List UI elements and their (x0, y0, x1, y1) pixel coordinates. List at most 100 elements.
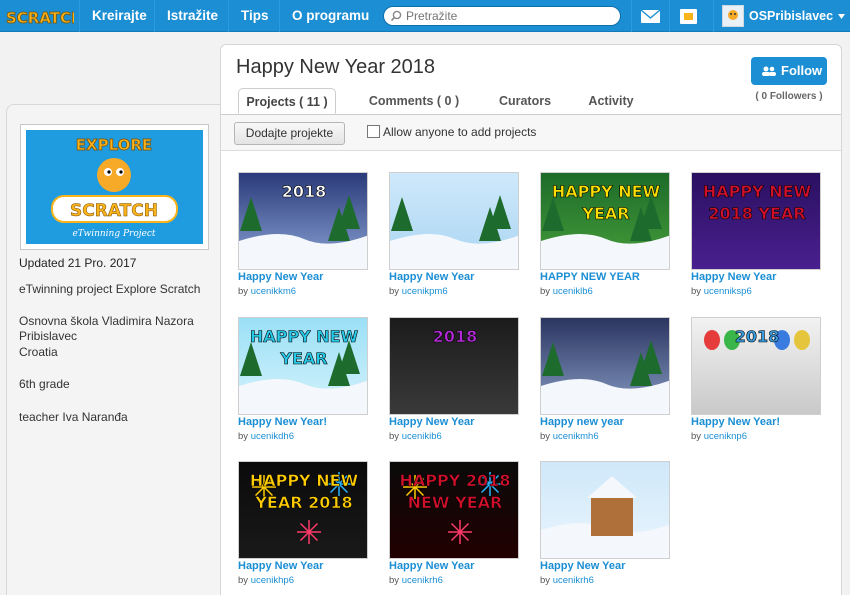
svg-text:HAPPY NEW: HAPPY NEW (250, 471, 359, 490)
top-navigation-bar: SCRATCH Kreirajte Istražite Tips O progr… (0, 0, 850, 32)
project-title[interactable]: Happy New Year (238, 560, 378, 572)
project-author: by ucenikmh6 (540, 431, 599, 442)
author-link[interactable]: ucenikmh6 (553, 431, 599, 442)
search-box[interactable] (383, 6, 621, 26)
search-input[interactable] (406, 8, 616, 24)
tab-curators[interactable]: Curators (485, 88, 565, 114)
author-link[interactable]: ucenikhp6 (251, 575, 294, 586)
folder-icon (680, 9, 697, 24)
by-label: by (389, 286, 400, 297)
my-stuff-button[interactable] (669, 0, 706, 32)
svg-text:HAPPY NEW: HAPPY NEW (703, 182, 812, 201)
author-link[interactable]: ucenikkm6 (251, 286, 296, 297)
by-label: by (238, 431, 249, 442)
author-link[interactable]: uceniknp6 (704, 431, 747, 442)
messages-button[interactable] (631, 0, 668, 32)
svg-text:SCRATCH: SCRATCH (70, 201, 158, 221)
project-thumbnail[interactable] (389, 172, 519, 270)
project-title[interactable]: Happy New Year (540, 560, 680, 572)
project-title[interactable]: Happy New Year (691, 271, 831, 283)
project-title[interactable]: HAPPY NEW YEAR (540, 271, 680, 283)
tab-comments[interactable]: Comments ( 0 ) (359, 88, 469, 114)
project-author: by ucenikhp6 (238, 575, 294, 586)
scratch-logo[interactable]: SCRATCH (4, 4, 84, 28)
allow-anyone-label: Allow anyone to add projects (383, 125, 537, 139)
by-label: by (540, 431, 551, 442)
project-thumbnail[interactable] (540, 317, 670, 415)
follow-button[interactable]: Follow (751, 57, 827, 85)
chevron-down-icon[interactable] (838, 14, 845, 19)
project-thumbnail[interactable]: 2018 (691, 317, 821, 415)
author-link[interactable]: ucenikpm6 (402, 286, 448, 297)
followers-count: ( 0 Followers ) (755, 91, 823, 102)
description-line: Croatia (19, 345, 58, 359)
by-label: by (389, 575, 400, 586)
project-title[interactable]: Happy New Year! (238, 416, 378, 428)
author-link[interactable]: ucenikib6 (402, 431, 442, 442)
project-author: by ucenikrh6 (389, 575, 443, 586)
users-icon (762, 66, 776, 76)
author-link[interactable]: uceniklb6 (553, 286, 593, 297)
project-author: by ucenikpm6 (389, 286, 448, 297)
by-label: by (389, 431, 400, 442)
project-title[interactable]: Happy New Year (389, 271, 529, 283)
svg-text:YEAR: YEAR (581, 204, 629, 223)
svg-text:SCRATCH: SCRATCH (6, 9, 74, 27)
project-thumbnail[interactable]: 2018 (238, 172, 368, 270)
envelope-icon (640, 9, 661, 23)
project-thumbnail[interactable]: HAPPY NEW 2018 YEAR (691, 172, 821, 270)
studio-main-panel: Happy New Year 2018 Follow ( 0 Followers… (220, 44, 842, 595)
author-link[interactable]: ucenikdh6 (251, 431, 294, 442)
allow-anyone-checkbox[interactable] (367, 125, 380, 138)
svg-text:2018: 2018 (433, 327, 478, 346)
project-thumbnail[interactable]: HAPPY NEW YEAR 2018 (238, 461, 368, 559)
project-title[interactable]: Happy New Year! (691, 416, 831, 428)
project-thumbnail[interactable]: 2018 (389, 317, 519, 415)
projects-toolbar: Dodajte projekte Allow anyone to add pro… (221, 115, 841, 151)
by-label: by (691, 286, 702, 297)
user-menu[interactable]: OSPribislavec (713, 0, 850, 32)
studio-thumbnail: EXPLORE SCRATCH eTwinning Project (20, 124, 209, 250)
svg-text:HAPPY NEW: HAPPY NEW (250, 327, 359, 346)
nav-tips[interactable]: Tips (228, 0, 281, 32)
by-label: by (238, 286, 249, 297)
search-icon (390, 10, 402, 22)
username[interactable]: OSPribislavec (749, 0, 833, 32)
project-author: by ucenikib6 (389, 431, 442, 442)
svg-text:HAPPY NEW: HAPPY NEW (552, 182, 661, 201)
project-author: by ucenniksp6 (691, 286, 752, 297)
author-link[interactable]: ucenikrh6 (402, 575, 443, 586)
project-thumbnail[interactable] (540, 461, 670, 559)
page-title: Happy New Year 2018 (236, 56, 436, 78)
project-title[interactable]: Happy new year (540, 416, 680, 428)
project-title[interactable]: Happy New Year (389, 560, 529, 572)
project-author: by uceniklb6 (540, 286, 593, 297)
project-author: by ucenikrh6 (540, 575, 594, 586)
project-author: by uceniknp6 (691, 431, 747, 442)
project-title[interactable]: Happy New Year (238, 271, 378, 283)
description-line: Osnovna škola Vladimira Nazora (19, 314, 194, 328)
project-author: by ucenikkm6 (238, 286, 296, 297)
project-thumbnail[interactable]: HAPPY NEW YEAR (540, 172, 670, 270)
tab-activity[interactable]: Activity (573, 88, 649, 114)
tab-projects[interactable]: Projects ( 11 ) (238, 88, 336, 114)
nav-create[interactable]: Kreirajte (79, 0, 159, 32)
svg-text:NEW YEAR: NEW YEAR (408, 493, 503, 512)
svg-text:EXPLORE: EXPLORE (76, 136, 152, 154)
description-line: Pribislavec (19, 329, 78, 343)
nav-about[interactable]: O programu (279, 0, 381, 32)
updated-date: Updated 21 Pro. 2017 (19, 256, 137, 270)
description-line: teacher Iva Naranđa (19, 410, 128, 424)
author-link[interactable]: ucenniksp6 (704, 286, 752, 297)
by-label: by (238, 575, 249, 586)
svg-text:2018 YEAR: 2018 YEAR (708, 204, 805, 223)
nav-explore[interactable]: Istražite (154, 0, 230, 32)
author-link[interactable]: ucenikrh6 (553, 575, 594, 586)
description-line: 6th grade (19, 377, 70, 391)
description-line: eTwinning project Explore Scratch (19, 282, 201, 296)
project-title[interactable]: Happy New Year (389, 416, 529, 428)
project-thumbnail[interactable]: HAPPY 2018 NEW YEAR (389, 461, 519, 559)
add-projects-button[interactable]: Dodajte projekte (234, 122, 345, 145)
svg-text:2018: 2018 (735, 327, 780, 346)
project-thumbnail[interactable]: HAPPY NEW YEAR (238, 317, 368, 415)
